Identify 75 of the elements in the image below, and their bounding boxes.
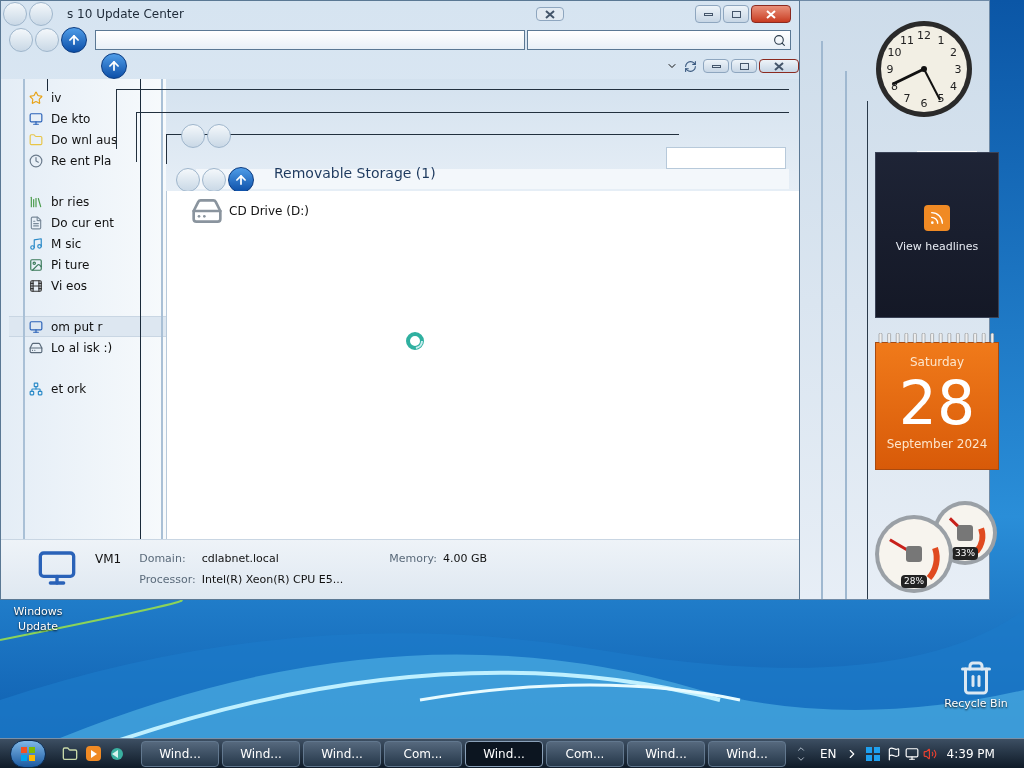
close-icon xyxy=(774,61,784,71)
desktop-icon-label[interactable]: Windows Update xyxy=(8,604,68,634)
hard-drive-icon xyxy=(29,340,43,355)
detail-label: Memory: xyxy=(389,551,437,567)
computer-name: VM1 xyxy=(95,551,122,568)
monitor-icon xyxy=(29,319,43,334)
windows-logo-icon[interactable] xyxy=(864,745,881,762)
clock-time[interactable]: 4:39 PM xyxy=(946,744,995,763)
media-player-icon[interactable] xyxy=(86,746,101,761)
close-button[interactable] xyxy=(759,59,799,73)
folder-icon[interactable] xyxy=(62,745,78,762)
detail-label: Processor: xyxy=(139,571,196,588)
books-icon xyxy=(29,194,43,209)
group-header: Removable Storage (1) xyxy=(274,164,436,183)
sidebar-item[interactable]: M sic xyxy=(9,233,166,254)
flag-icon[interactable] xyxy=(886,746,901,761)
sidebar-item[interactable]: De kto xyxy=(9,108,166,129)
drive-label: CD Drive (D:) xyxy=(229,203,309,220)
detail-label: Domain: xyxy=(139,551,187,567)
sidebar-item[interactable]: om put r xyxy=(9,316,166,337)
refresh-icon[interactable] xyxy=(684,59,697,73)
maximize-button[interactable] xyxy=(723,5,749,23)
taskbar-button[interactable]: Wind... xyxy=(222,740,300,767)
close-button[interactable] xyxy=(751,5,791,23)
sidebar-item[interactable]: br ries xyxy=(9,191,166,212)
taskbar-button[interactable]: Wind... xyxy=(303,740,381,767)
document-icon xyxy=(29,215,43,230)
clock-icon xyxy=(29,153,43,168)
detail-value: Intel(R) Xeon(R) CPU E5... xyxy=(201,571,344,588)
sidebar-item[interactable]: Lo al isk :) xyxy=(9,337,166,358)
window-title: s 10 Update Center xyxy=(67,6,184,23)
sidebar-item[interactable]: Vi eos xyxy=(9,275,166,296)
close-icon xyxy=(766,9,776,19)
sidebar-item[interactable]: Pi ture xyxy=(9,254,166,275)
sidebar-item[interactable]: et ork xyxy=(9,378,166,399)
close-button[interactable] xyxy=(535,7,564,21)
folder-icon xyxy=(29,132,43,147)
month-year-label: September 2024 xyxy=(886,436,988,453)
film-icon xyxy=(29,278,43,293)
language-indicator[interactable]: EN xyxy=(820,744,837,763)
taskbar-button[interactable]: Wind... xyxy=(141,740,219,767)
music-note-icon xyxy=(29,236,43,251)
busy-cursor-icon xyxy=(405,331,425,351)
computer-icon xyxy=(37,548,77,588)
close-icon xyxy=(544,9,555,19)
taskbar-button[interactable]: Com... xyxy=(546,740,624,767)
day-number: 28 xyxy=(898,371,976,435)
taskbar-button[interactable]: Wind... xyxy=(627,740,705,767)
up-arrow-button[interactable] xyxy=(101,53,127,79)
monitor-icon xyxy=(29,111,43,126)
search-icon xyxy=(773,33,786,47)
detail-value: 4.00 GB xyxy=(442,551,488,567)
minimize-button[interactable] xyxy=(695,5,721,23)
maximize-button[interactable] xyxy=(731,59,757,73)
minimize-button[interactable] xyxy=(703,59,729,73)
detail-value: cdlabnet.local xyxy=(201,551,280,567)
sidebar-item[interactable]: Do wnl aus xyxy=(9,129,166,150)
search-field[interactable] xyxy=(527,30,791,50)
taskbar-button[interactable]: Wind... xyxy=(465,740,543,767)
windows-logo-icon xyxy=(20,745,36,762)
address-field[interactable] xyxy=(95,30,525,50)
up-arrow-button[interactable] xyxy=(61,27,87,53)
taskbar-button[interactable]: Com... xyxy=(384,740,462,767)
start-button[interactable] xyxy=(10,739,46,768)
muted-speaker-icon[interactable] xyxy=(922,746,937,761)
taskbar-button[interactable]: Wind... xyxy=(708,740,786,767)
rss-icon xyxy=(924,205,950,231)
sidebar-item[interactable]: Re ent Pla xyxy=(9,150,166,171)
trash-bin-icon[interactable] xyxy=(958,660,994,696)
sidebar-item[interactable]: iv xyxy=(9,87,166,108)
star-icon xyxy=(29,90,43,105)
image-icon xyxy=(29,257,43,272)
feed-gadget[interactable]: View headlines xyxy=(875,152,999,318)
sidebar-item[interactable]: Do cur ent xyxy=(9,212,166,233)
weekday-label: Saturday xyxy=(909,354,965,371)
